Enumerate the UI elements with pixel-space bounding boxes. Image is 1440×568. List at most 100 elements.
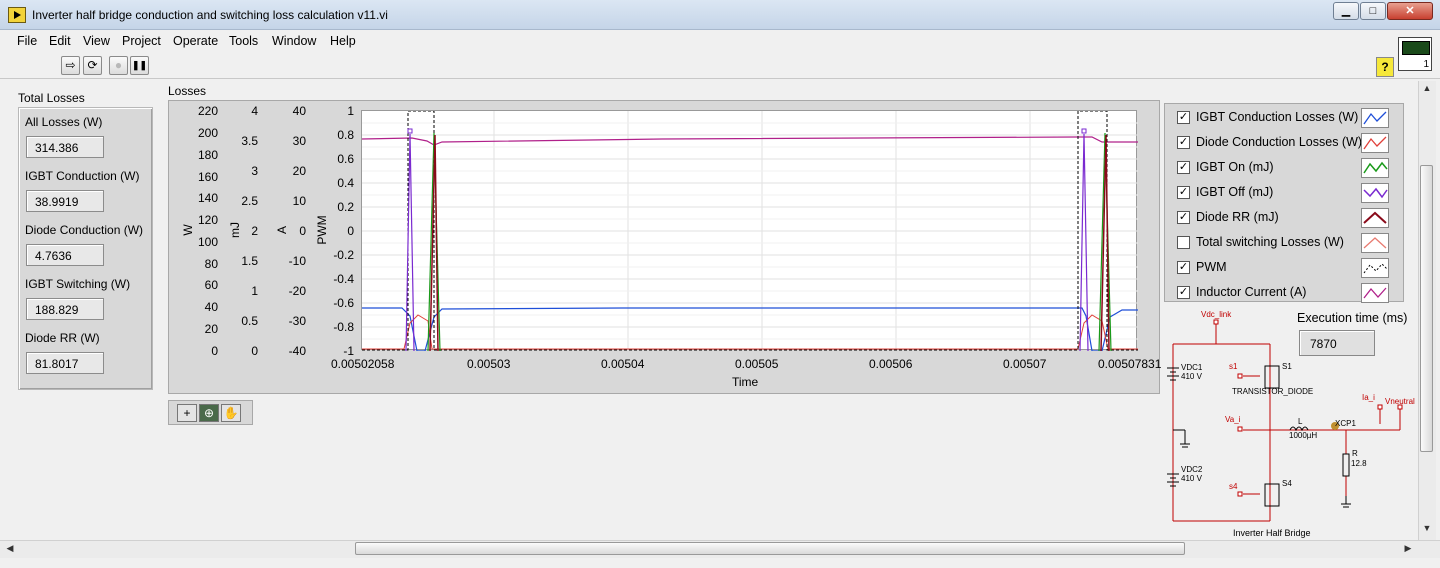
tick-mj-4: 4 — [251, 104, 258, 118]
legend-item[interactable]: ✓ IGBT Off (mJ) — [1165, 181, 1405, 206]
all-losses-value: 314.386 — [26, 136, 104, 158]
scroll-down-icon[interactable]: ▼ — [1419, 523, 1435, 533]
x-tick-5: 0.00507 — [1003, 357, 1047, 371]
legend-checkbox[interactable]: ✓ — [1177, 186, 1190, 199]
legend-checkbox[interactable] — [1177, 236, 1190, 249]
x-axis-title: Time — [732, 375, 759, 389]
tick-mj-1: 1 — [251, 284, 258, 298]
s4-label: S4 — [1282, 479, 1292, 488]
maximize-button[interactable]: □ — [1360, 2, 1386, 20]
menu-tools[interactable]: Tools — [229, 34, 258, 48]
legend-item[interactable]: ✓ Inductor Current (A) — [1165, 281, 1405, 306]
run-continuously-button[interactable]: ⟳ — [83, 56, 102, 75]
diode-conduction-value: 4.7636 — [26, 244, 104, 266]
cursor-tool-icon[interactable]: + — [177, 404, 197, 422]
legend-checkbox[interactable]: ✓ — [1177, 261, 1190, 274]
y-title-mj: mJ — [228, 222, 242, 238]
zoom-tool-icon[interactable]: ⊕ — [199, 404, 219, 422]
legend-checkbox[interactable]: ✓ — [1177, 211, 1190, 224]
tick-pwm-0.8: 0.8 — [337, 128, 354, 142]
tick-w-40: 40 — [204, 300, 218, 314]
xcp1-label: XCP1 — [1335, 419, 1356, 428]
menu-operate[interactable]: Operate — [173, 34, 218, 48]
vdc2-voltage: 410 V — [1181, 474, 1202, 483]
scroll-right-icon[interactable]: ▶ — [1400, 543, 1416, 554]
menu-file[interactable]: File — [17, 34, 37, 48]
legend-item[interactable]: Total switching Losses (W) — [1165, 231, 1405, 256]
inductor-value: 1000µH — [1289, 431, 1318, 440]
tick-a-40: 40 — [292, 104, 306, 118]
tick-a-neg40: -40 — [288, 344, 306, 358]
scroll-left-icon[interactable]: ◀ — [2, 543, 18, 554]
graph-palette: + ⊕ ✋ — [168, 400, 253, 425]
legend-label: PWM — [1196, 260, 1227, 274]
menu-help[interactable]: Help — [330, 34, 356, 48]
abort-button[interactable]: ● — [109, 56, 128, 75]
tick-pwm-1: 1 — [347, 104, 354, 118]
tick-w-140: 140 — [197, 191, 218, 205]
legend-checkbox[interactable]: ✓ — [1177, 136, 1190, 149]
plot-svg — [362, 111, 1138, 351]
tick-a-10: 10 — [292, 194, 306, 208]
legend-label: IGBT Off (mJ) — [1196, 185, 1274, 199]
tick-pwm-neg0.6: -0.6 — [333, 296, 354, 310]
graph-title: Losses — [168, 84, 207, 98]
legend-swatch[interactable] — [1361, 283, 1389, 303]
tick-w-0: 0 — [211, 344, 218, 358]
y-title-a: A — [275, 226, 289, 235]
x-tick-1: 0.00503 — [467, 357, 511, 371]
legend-item[interactable]: ✓ IGBT On (mJ) — [1165, 156, 1405, 181]
vdc-link-label: Vdc_link — [1201, 310, 1232, 319]
tick-w-200: 200 — [197, 126, 218, 140]
legend-swatch[interactable] — [1361, 108, 1389, 128]
tick-mj-3: 3 — [251, 164, 258, 178]
tick-pwm-0.4: 0.4 — [337, 176, 354, 190]
legend-item[interactable]: ✓ IGBT Conduction Losses (W) — [1165, 106, 1405, 131]
menu-view[interactable]: View — [83, 34, 110, 48]
legend-label: Inductor Current (A) — [1196, 285, 1307, 299]
tick-w-20: 20 — [204, 322, 218, 336]
pan-tool-icon[interactable]: ✋ — [221, 404, 241, 422]
vi-connector-icon — [1398, 37, 1432, 71]
legend-swatch[interactable] — [1361, 208, 1389, 228]
menu-project[interactable]: Project — [122, 34, 161, 48]
tick-mj-2.5: 2.5 — [241, 194, 258, 208]
window-title: Inverter half bridge conduction and swit… — [32, 8, 388, 22]
legend-checkbox[interactable]: ✓ — [1177, 111, 1190, 124]
legend-checkbox[interactable]: ✓ — [1177, 286, 1190, 299]
tick-a-neg10: -10 — [288, 254, 306, 268]
all-losses-label: All Losses (W) — [25, 115, 103, 129]
legend-swatch[interactable] — [1361, 233, 1389, 253]
pause-button[interactable]: ❚❚ — [130, 56, 149, 75]
legend-checkbox[interactable]: ✓ — [1177, 161, 1190, 174]
ia-i-label: Ia_i — [1362, 393, 1375, 402]
legend-swatch[interactable] — [1361, 158, 1389, 178]
tick-a-30: 30 — [292, 134, 306, 148]
legend-item[interactable]: ✓ Diode RR (mJ) — [1165, 206, 1405, 231]
y-title-pwm: PWM — [315, 215, 329, 245]
tick-w-220: 220 — [197, 104, 218, 118]
plot-area[interactable] — [361, 110, 1138, 351]
inverter-schematic: Vdc_link VDC1 410 V s1 S1 TRANSISTOR_DIO… — [1165, 306, 1415, 542]
vertical-scroll-thumb[interactable] — [1420, 165, 1433, 452]
legend-swatch[interactable] — [1361, 258, 1389, 278]
context-help-button[interactable]: ? — [1376, 57, 1394, 77]
legend-swatch[interactable] — [1361, 183, 1389, 203]
x-tick-0: 0.00502058 — [331, 357, 395, 371]
x-tick-4: 0.00506 — [869, 357, 913, 371]
run-button[interactable]: ⇨ — [61, 56, 80, 75]
tick-mj-3.5: 3.5 — [241, 134, 258, 148]
menu-window[interactable]: Window — [272, 34, 316, 48]
menu-edit[interactable]: Edit — [49, 34, 71, 48]
tick-pwm-neg0.8: -0.8 — [333, 320, 354, 334]
minimize-button[interactable]: ▁ — [1333, 2, 1359, 20]
vdc1-label: VDC1 — [1181, 363, 1203, 372]
vneutral-label: Vneutral — [1385, 397, 1415, 406]
legend-item[interactable]: ✓ PWM — [1165, 256, 1405, 281]
horizontal-scroll-thumb[interactable] — [355, 542, 1185, 555]
legend-swatch[interactable] — [1361, 133, 1389, 153]
scroll-up-icon[interactable]: ▲ — [1419, 83, 1435, 93]
close-button[interactable]: ✕ — [1387, 2, 1433, 20]
legend-item[interactable]: ✓ Diode Conduction Losses (W) — [1165, 131, 1405, 156]
labview-vi-icon — [8, 7, 26, 23]
